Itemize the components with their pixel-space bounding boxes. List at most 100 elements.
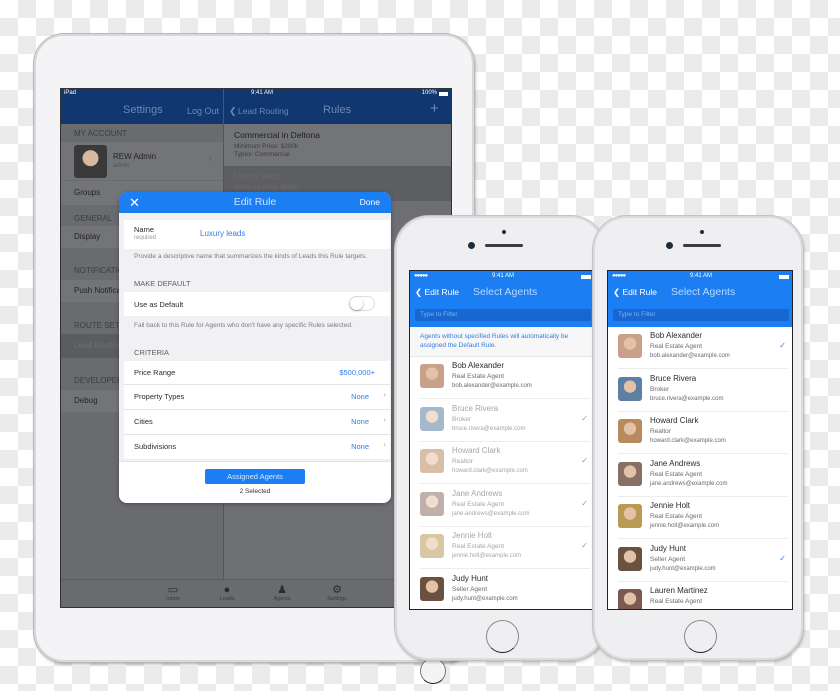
name-field-row[interactable]: Name required Luxury leads bbox=[124, 220, 390, 249]
sidebar-item-push-notifications[interactable]: Push Notifications bbox=[61, 280, 119, 302]
agent-row[interactable]: Jane Andrews Real Estate Agent jane.andrew… bbox=[618, 455, 788, 497]
use-default-toggle[interactable] bbox=[349, 296, 375, 311]
agent-row[interactable]: Lauren Martinez Real Estate Agent bbox=[618, 582, 788, 609]
back-chevron-icon[interactable]: ❮ bbox=[229, 106, 237, 117]
agent-row[interactable]: Jennie Holt Real Estate Agent jennie.holt@… bbox=[420, 527, 590, 569]
agent-name: Howard Clark bbox=[650, 416, 699, 425]
screen-title: Select Agents bbox=[671, 286, 736, 298]
chevron-right-icon: › bbox=[383, 390, 386, 399]
name-note: Provide a descriptive name that summariz… bbox=[134, 253, 368, 260]
criteria-row-subdivisions[interactable]: Subdivisions None › bbox=[124, 435, 390, 459]
agent-role: Real Estate Agent bbox=[650, 598, 703, 605]
criteria-row-property-types[interactable]: Property Types None › bbox=[124, 385, 390, 409]
iphone-home-button[interactable] bbox=[684, 620, 717, 653]
tab-settings[interactable]: ⚙ Settings bbox=[317, 584, 357, 602]
default-note: Fall back to this Rule for Agents who do… bbox=[134, 322, 353, 329]
avatar bbox=[74, 145, 107, 178]
sidebar-item-lead-routing[interactable]: Lead Routing bbox=[61, 334, 119, 358]
tab-bar: ▭ Inbox ● Leads ♟ Agents ⚙ Settings bbox=[61, 579, 451, 607]
avatar bbox=[420, 534, 444, 558]
criteria-value: None bbox=[351, 392, 369, 401]
rule-row[interactable]: Commercial in Deltona Minimum Price: $20… bbox=[224, 124, 451, 166]
ipad-nav-bar: Settings Log Out ❮ Lead Routing Rules + bbox=[61, 99, 451, 124]
agent-row[interactable]: Judy Hunt Seller Agent judy.hunt@example.c… bbox=[618, 540, 788, 582]
agent-role: Seller Agent bbox=[650, 555, 686, 563]
tab-label: Agents bbox=[273, 596, 291, 602]
avatar bbox=[618, 461, 642, 486]
avatar bbox=[420, 406, 444, 431]
agent-row[interactable]: Jennie Holt Real Estate Agent jennie.holt@… bbox=[618, 497, 788, 539]
account-row[interactable]: REW Admin admin › bbox=[61, 142, 223, 180]
avatar bbox=[618, 546, 642, 571]
agent-email: howard.clark@example.com bbox=[452, 468, 528, 474]
filter-input[interactable]: Type to Filter bbox=[613, 309, 789, 321]
agent-role: Real Estate Agent bbox=[650, 513, 703, 520]
iphone-device-1: ●●●●● 9:41 AM ❮ Edit Rule Select Agents … bbox=[395, 216, 605, 660]
rule-detail: Types: Commercial bbox=[234, 151, 290, 158]
avatar bbox=[420, 491, 444, 516]
agent-row[interactable]: Bruce Rivera Broker bruce.rivera@example.c… bbox=[420, 400, 590, 442]
agent-role: Realtor bbox=[650, 428, 671, 435]
ipad-home-button[interactable] bbox=[420, 658, 446, 684]
criteria-value: None bbox=[351, 442, 369, 451]
agent-role: Broker bbox=[452, 415, 472, 423]
phone-header: ●●●●● 9:41 AM ❮ Edit Rule Select Agents … bbox=[608, 271, 792, 327]
battery-percent: 100% bbox=[421, 90, 437, 96]
tab-agents[interactable]: ♟ Agents bbox=[262, 584, 302, 602]
tab-inbox[interactable]: ▭ Inbox bbox=[153, 584, 193, 602]
use-default-label: Use as Default bbox=[134, 300, 184, 309]
screen-title: Select Agents bbox=[473, 286, 538, 298]
agent-email: bruce.rivera@example.com bbox=[452, 425, 526, 432]
rule-title: Commercial in Deltona bbox=[234, 130, 320, 140]
agent-row[interactable]: Bruce Rivera Broker bruce.rivera@example.c… bbox=[618, 370, 788, 412]
criteria-header: CRITERIA bbox=[134, 348, 170, 357]
assigned-agents-button[interactable]: Assigned Agents bbox=[205, 469, 305, 484]
route-settings-header: ROUTE SETTINGS bbox=[74, 321, 124, 330]
rule-detail: Minimum Price: $200k bbox=[234, 143, 299, 150]
agent-name: Bruce Rivera bbox=[650, 373, 697, 383]
edit-rule-back-button[interactable]: ❮ Edit Rule bbox=[613, 287, 657, 298]
user-role: admin bbox=[113, 163, 130, 169]
done-button[interactable]: Done bbox=[360, 197, 380, 207]
plus-icon[interactable]: + bbox=[430, 100, 439, 117]
edit-rule-back-button[interactable]: ❮ Edit Rule bbox=[415, 287, 459, 298]
chevron-right-icon: › bbox=[209, 154, 212, 163]
agent-email: bruce.rivera@example.com bbox=[650, 395, 724, 402]
iphone-device-2: ●●●●● 9:41 AM ❮ Edit Rule Select Agents … bbox=[593, 216, 803, 660]
agent-row[interactable]: Bob Alexander Real Estate Agent bob.alexan… bbox=[618, 327, 788, 369]
avatar bbox=[618, 504, 642, 528]
phone-header: ●●●●● 9:41 AM ❮ Edit Rule Select Agents … bbox=[410, 271, 594, 327]
criteria-label: Cities bbox=[134, 417, 153, 426]
agent-role: Realtor bbox=[452, 458, 473, 465]
ipad-status-bar: iPad 9:41 AM 100% bbox=[61, 89, 451, 99]
iphone-home-button[interactable] bbox=[486, 620, 519, 653]
select-agents-screen: ●●●●● 9:41 AM ❮ Edit Rule Select Agents … bbox=[607, 270, 793, 610]
agent-email: bob.alexander@example.com bbox=[650, 353, 730, 359]
agent-role: Real Estate Agent bbox=[452, 373, 505, 380]
avatar bbox=[618, 419, 642, 443]
tab-leads[interactable]: ● Leads bbox=[207, 584, 247, 602]
checkmark-icon: ✓ bbox=[779, 553, 786, 563]
agent-row[interactable]: Bob Alexander Real Estate Agent bob.alexan… bbox=[420, 357, 590, 399]
agent-row[interactable]: Jane Andrews Real Estate Agent jane.andrew… bbox=[420, 485, 590, 527]
speaker bbox=[485, 244, 523, 247]
agent-email: jennie.holt@example.com bbox=[452, 553, 522, 559]
agent-row[interactable]: Howard Clark Realtor howard.clark@example.… bbox=[420, 442, 590, 484]
agent-row[interactable]: Howard Clark Realtor howard.clark@example.… bbox=[618, 412, 788, 454]
name-input[interactable]: Luxury leads bbox=[200, 229, 245, 238]
chevron-right-icon: › bbox=[383, 415, 386, 424]
make-default-header: MAKE DEFAULT bbox=[134, 279, 191, 288]
lead-routing-back-button[interactable]: Lead Routing bbox=[238, 106, 289, 116]
speaker bbox=[683, 244, 721, 247]
criteria-row-price-range[interactable]: Price Range $500,000+ bbox=[124, 361, 390, 384]
agent-role: Real Estate Agent bbox=[452, 543, 505, 550]
filter-input[interactable]: Type to Filter bbox=[415, 309, 591, 321]
checkmark-icon: ✓ bbox=[581, 413, 588, 423]
criteria-row-cities[interactable]: Cities None › bbox=[124, 410, 390, 434]
tab-label: Inbox bbox=[166, 596, 180, 602]
log-out-button[interactable]: Log Out bbox=[187, 106, 219, 116]
agent-row[interactable]: Judy Hunt Seller Agent judy.hunt@example.c… bbox=[420, 570, 590, 610]
back-label: Edit Rule bbox=[622, 287, 657, 297]
modal-title: Edit Rule bbox=[233, 196, 277, 208]
agent-role: Seller Agent bbox=[452, 585, 488, 593]
